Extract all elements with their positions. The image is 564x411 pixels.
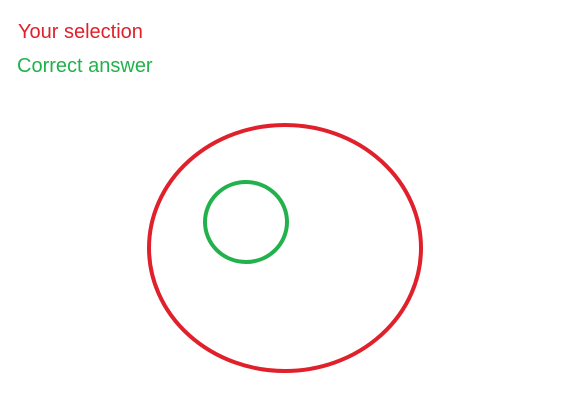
selection-diagram bbox=[147, 123, 423, 373]
your-selection-ellipse bbox=[147, 123, 423, 373]
correct-answer-circle bbox=[203, 180, 289, 264]
